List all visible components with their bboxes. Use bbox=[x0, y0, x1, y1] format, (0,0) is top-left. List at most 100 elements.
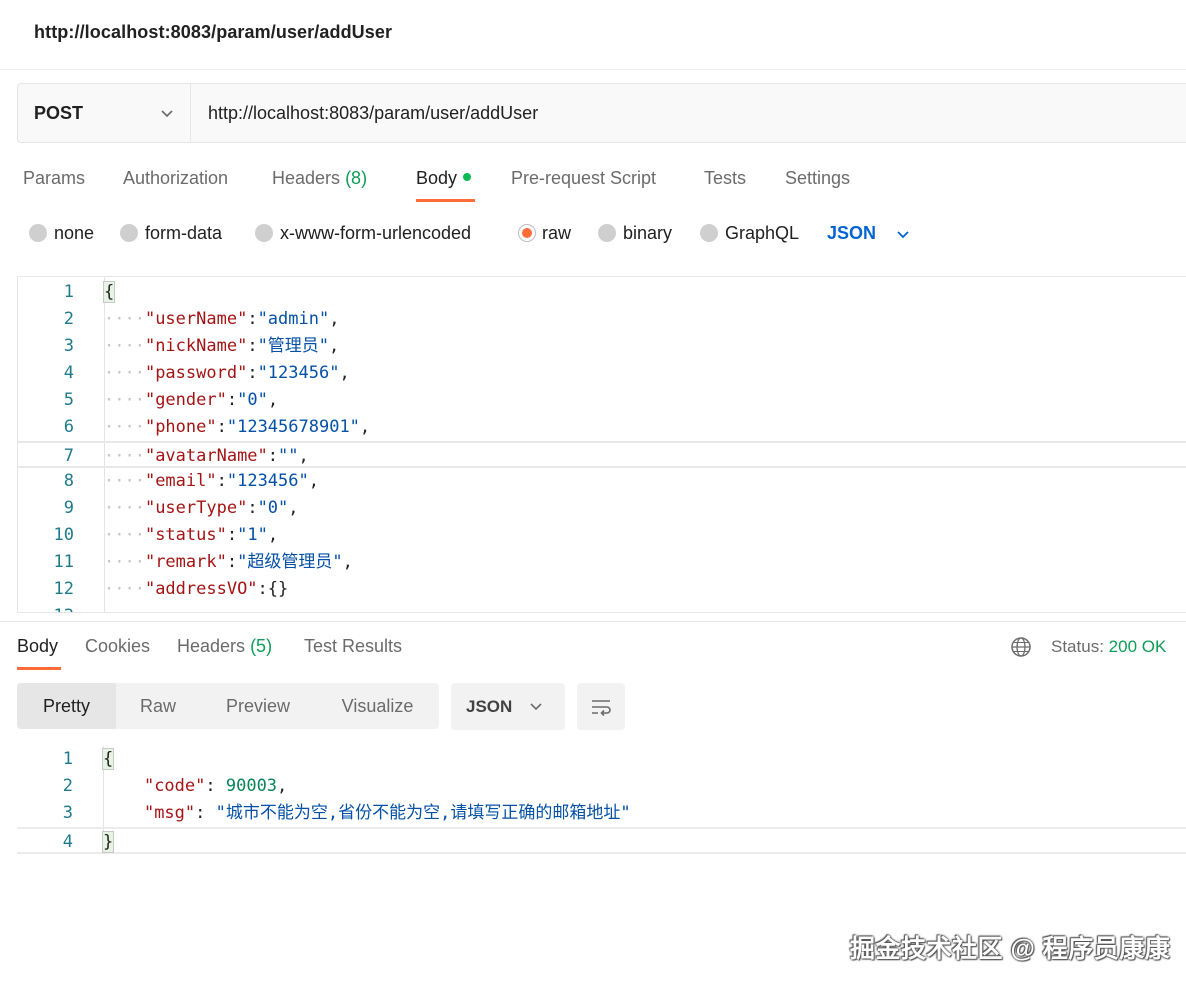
json-value: "123456" bbox=[226, 471, 309, 491]
line-number: 3 bbox=[63, 336, 74, 356]
radio-circle bbox=[29, 224, 47, 242]
code-line[interactable]: 2 ····"userName":"admin", bbox=[18, 306, 1186, 333]
brace: { bbox=[102, 281, 116, 303]
tab-prerequest-script[interactable]: Pre-request Script bbox=[511, 168, 656, 189]
colon: : bbox=[226, 390, 238, 410]
comma: , bbox=[359, 417, 371, 437]
comma: , bbox=[267, 525, 279, 545]
globe-icon[interactable] bbox=[1010, 636, 1032, 658]
tab-body[interactable]: Body bbox=[416, 168, 472, 189]
comma: , bbox=[342, 552, 353, 572]
code-text: ····"addressVO":{} bbox=[104, 576, 288, 603]
comma: , bbox=[288, 498, 299, 518]
json-value: 90003 bbox=[225, 776, 278, 796]
response-active-tab-indicator bbox=[17, 667, 61, 670]
code-text: ····"phone":"12345678901", bbox=[104, 414, 370, 441]
colon: : bbox=[216, 471, 227, 491]
tab-authorization[interactable]: Authorization bbox=[123, 168, 228, 189]
tab-tests[interactable]: Tests bbox=[704, 168, 746, 189]
json-value: "" bbox=[278, 446, 299, 466]
line-number: 10 bbox=[53, 525, 74, 545]
code-line[interactable]: 11 ····"remark":"超级管理员", bbox=[18, 549, 1186, 576]
json-key: "password" bbox=[144, 363, 248, 383]
line-number: 13 bbox=[18, 603, 74, 612]
request-body-editor[interactable]: 1{2 ····"userName":"admin", 3 ····"nickName… bbox=[17, 276, 1186, 613]
colon: : bbox=[247, 498, 258, 518]
view-preview-button[interactable]: Preview bbox=[200, 683, 316, 729]
code-line[interactable]: 12 ····"addressVO":{} bbox=[18, 576, 1186, 603]
request-title[interactable]: http://localhost:8083/param/user/addUser bbox=[34, 22, 392, 43]
url-input[interactable] bbox=[192, 84, 1186, 142]
request-bar: POST bbox=[17, 83, 1186, 143]
status-label: Status: bbox=[1051, 637, 1104, 656]
tab-response-body[interactable]: Body bbox=[17, 636, 58, 657]
comma: , bbox=[308, 471, 319, 491]
code-line[interactable]: 8 ····"email":"123456", bbox=[18, 468, 1186, 495]
line-number: 4 bbox=[63, 363, 74, 383]
json-value: "超级管理员" bbox=[237, 552, 343, 572]
colon: : bbox=[267, 446, 279, 466]
code-text: ····"nickName":"管理员", bbox=[104, 333, 339, 360]
json-value: "1" bbox=[237, 525, 268, 545]
wrap-lines-button[interactable] bbox=[577, 683, 625, 730]
code-line[interactable]: 4 ····"password":"123456", bbox=[18, 360, 1186, 387]
code-line[interactable]: 1{ bbox=[18, 279, 1186, 306]
line-number: 3 bbox=[62, 803, 73, 823]
response-format-select[interactable]: JSON bbox=[451, 683, 565, 730]
code-line[interactable]: 10 ····"status":"1", bbox=[18, 522, 1186, 549]
tab-response-headers[interactable]: Headers (5) bbox=[177, 636, 272, 657]
view-pretty-button[interactable]: Pretty bbox=[17, 683, 116, 729]
status-text: Status: 200 OK bbox=[1051, 637, 1166, 657]
view-raw-button[interactable]: Raw bbox=[116, 683, 200, 729]
code-line[interactable]: 3 ····"nickName":"管理员", bbox=[18, 333, 1186, 360]
radio-label: raw bbox=[542, 223, 572, 243]
json-key: "nickName" bbox=[144, 336, 248, 356]
indent-whitespace: ···· bbox=[104, 309, 145, 329]
json-key: "phone" bbox=[144, 417, 217, 437]
json-value: {} bbox=[267, 579, 289, 599]
json-key: "msg" bbox=[143, 803, 196, 823]
line-number: 9 bbox=[63, 498, 74, 518]
code-text: { bbox=[101, 746, 115, 773]
code-line[interactable]: 6 ····"phone":"12345678901", bbox=[18, 414, 1186, 441]
colon: : bbox=[247, 309, 258, 329]
json-key: "remark" bbox=[144, 552, 227, 572]
view-visualize-button[interactable]: Visualize bbox=[316, 683, 439, 729]
code-line[interactable]: 7 ····"avatarName":"", bbox=[18, 441, 1186, 468]
radio-circle bbox=[120, 224, 138, 242]
code-line[interactable]: 13 bbox=[18, 603, 1186, 612]
radio-circle-checked bbox=[518, 224, 536, 242]
tab-settings[interactable]: Settings bbox=[785, 168, 850, 189]
json-key: "userName" bbox=[144, 309, 248, 329]
request-tabs: Params Authorization Headers (8) Body Pr… bbox=[0, 160, 1186, 206]
radio-label: binary bbox=[623, 223, 673, 243]
line-number: 1 bbox=[63, 282, 74, 302]
brace: } bbox=[101, 831, 115, 853]
tab-cookies[interactable]: Cookies bbox=[85, 636, 150, 657]
indent-whitespace: ···· bbox=[104, 498, 145, 518]
json-value: "12345678901" bbox=[226, 417, 360, 437]
tab-headers[interactable]: Headers (8) bbox=[272, 168, 367, 189]
colon: : bbox=[195, 803, 216, 823]
code-text: { bbox=[102, 279, 116, 306]
colon: : bbox=[247, 363, 258, 383]
tab-params[interactable]: Params bbox=[23, 168, 85, 189]
code-line[interactable]: 9 ····"userType":"0", bbox=[18, 495, 1186, 522]
radio-circle bbox=[700, 224, 718, 242]
code-line[interactable]: 5 ····"gender":"0", bbox=[18, 387, 1186, 414]
indent-whitespace: ···· bbox=[104, 363, 145, 383]
radio-label: form-data bbox=[145, 223, 223, 243]
response-body-viewer[interactable]: 1{2 "code": 90003, 3 "msg": "城市不能为空,省份不能为… bbox=[0, 746, 1186, 858]
tab-test-results[interactable]: Test Results bbox=[304, 636, 402, 657]
indent-whitespace: ···· bbox=[104, 446, 145, 466]
json-key: "email" bbox=[144, 471, 217, 491]
wrap-lines-icon bbox=[592, 700, 611, 717]
body-language-select[interactable]: JSON bbox=[827, 223, 909, 244]
json-key: "addressVO" bbox=[144, 579, 258, 599]
status-value[interactable]: 200 OK bbox=[1109, 637, 1167, 656]
method-select[interactable]: POST bbox=[18, 84, 191, 142]
comma: , bbox=[298, 446, 309, 466]
comma: , bbox=[277, 776, 288, 796]
pane-divider[interactable] bbox=[0, 621, 1186, 622]
